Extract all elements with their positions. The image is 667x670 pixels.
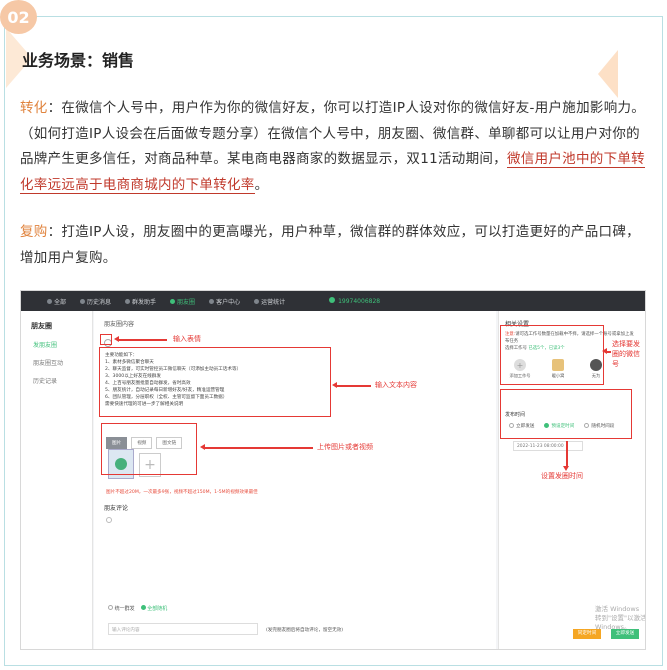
sidebar-title: 朋友圈 (31, 322, 52, 330)
send-now-button[interactable]: 立即发送 (611, 629, 639, 639)
nav-icon (209, 298, 215, 304)
sync-option-unified[interactable]: 统一群发 (108, 605, 135, 612)
nav-item[interactable]: 客户中心 (209, 297, 240, 306)
comment-emoji-icon[interactable] (106, 517, 112, 523)
sync-label: 统一群发 (114, 606, 135, 612)
radio-checked-icon (140, 605, 146, 610)
nav-label: 群发助手 (132, 298, 157, 306)
comment-input[interactable]: 输入评论内容 (108, 623, 258, 635)
schedule-date-input[interactable]: 2022-11-23 08:00:00 (513, 441, 583, 451)
sync-options: 统一群发 全部随机 (108, 605, 167, 612)
sidebar-item-interaction[interactable]: 朋友圈互动 (33, 358, 92, 367)
nav-label: 历史消息 (87, 298, 112, 306)
conversion-label: 转化 (20, 100, 48, 116)
repurchase-text: ：打造IP人设，朋友圈中的更高曝光，用户种草，微信群的群体效应，可以打造更好的产… (20, 224, 640, 266)
annotation-box-time (500, 389, 632, 439)
annotation-label-media: 上传图片或者视频 (317, 443, 373, 451)
sync-option-label: 全部随机 (147, 606, 168, 612)
annotation-arrow-account (602, 348, 611, 354)
annotation-box-account (500, 325, 604, 385)
app-top-nav: 全部 历史消息 群发助手 朋友圈 客户中心 运营统计 19974006828 (21, 291, 645, 311)
annotation-box-emoji (100, 334, 112, 345)
nav-icon (80, 298, 86, 304)
annotation-arrow-time (563, 441, 569, 471)
nav-icon (170, 298, 176, 304)
annotation-label-emoji: 输入表情 (173, 335, 201, 343)
radio-icon (108, 605, 113, 610)
nav-item[interactable]: 全部 (47, 297, 66, 306)
conversion-end: 。 (254, 176, 269, 193)
section-number-badge: 02 (0, 0, 37, 34)
annotation-label-account: 选择要发圈的微信号 (612, 340, 640, 368)
nav-item[interactable]: 运营统计 (254, 297, 285, 306)
section-title: 业务场景：销售 (22, 51, 135, 70)
sidebar-item-history[interactable]: 历史记录 (33, 376, 92, 385)
nav-icon (47, 298, 52, 304)
watermark-line: 激活 Windows (595, 605, 640, 613)
user-icon (329, 297, 336, 303)
repurchase-label: 复购 (20, 224, 48, 240)
annotation-arrow-media (200, 444, 313, 450)
comment-note: (发完朋友圈后将自动评论，留空无效) (266, 628, 344, 633)
embedded-screenshot: 全部 历史消息 群发助手 朋友圈 客户中心 运营统计 19974006828 朋… (20, 290, 646, 650)
main-crumb: 朋友圈内容 (104, 321, 135, 328)
paragraph-repurchase: 复购：打造IP人设，朋友圈中的更高曝光，用户种草，微信群的群体效应，可以打造更好… (20, 220, 646, 271)
user-account[interactable]: 19974006828 (329, 297, 380, 305)
nav-label: 朋友圈 (177, 298, 196, 306)
annotation-label-time: 设置发圈时间 (541, 472, 583, 480)
annotation-box-media (101, 423, 197, 475)
nav-item[interactable]: 历史消息 (80, 297, 111, 306)
app-sidebar: 朋友圈 发朋友圈 朋友圈互动 历史记录 (21, 311, 93, 649)
nav-label: 客户中心 (216, 298, 241, 306)
nav-item-active[interactable]: 朋友圈 (170, 297, 195, 306)
sync-option-random[interactable]: 全部随机 (140, 605, 168, 612)
nav-icon (254, 298, 260, 304)
annotation-arrow-text (332, 382, 371, 388)
paragraph-conversion: 转化：在微信个人号中，用户作为你的微信好友，你可以打造IP人设对你的微信好友-用… (20, 96, 646, 198)
nav-label: 运营统计 (261, 298, 286, 306)
annotation-arrow-emoji (114, 336, 167, 342)
nav-label: 全部 (54, 298, 67, 306)
upload-hint: 图片不超过20M，一次最多9张，视频不超过150M，1-5M的视频效果最佳 (106, 490, 258, 495)
nav-icon (125, 298, 131, 304)
annotation-box-text (99, 347, 331, 417)
windows-watermark: 激活 Windows 转到"设置"以激活 Windows。 (595, 605, 645, 632)
decorative-triangle-right (598, 50, 618, 98)
user-id: 19974006828 (338, 298, 381, 305)
annotation-label-text: 输入文本内容 (375, 381, 417, 389)
schedule-button[interactable]: 同定时间 (573, 629, 601, 639)
nav-item[interactable]: 群发助手 (125, 297, 156, 306)
sidebar-item-post[interactable]: 发朋友圈 (33, 340, 92, 349)
comment-title: 朋友评论 (104, 505, 129, 512)
